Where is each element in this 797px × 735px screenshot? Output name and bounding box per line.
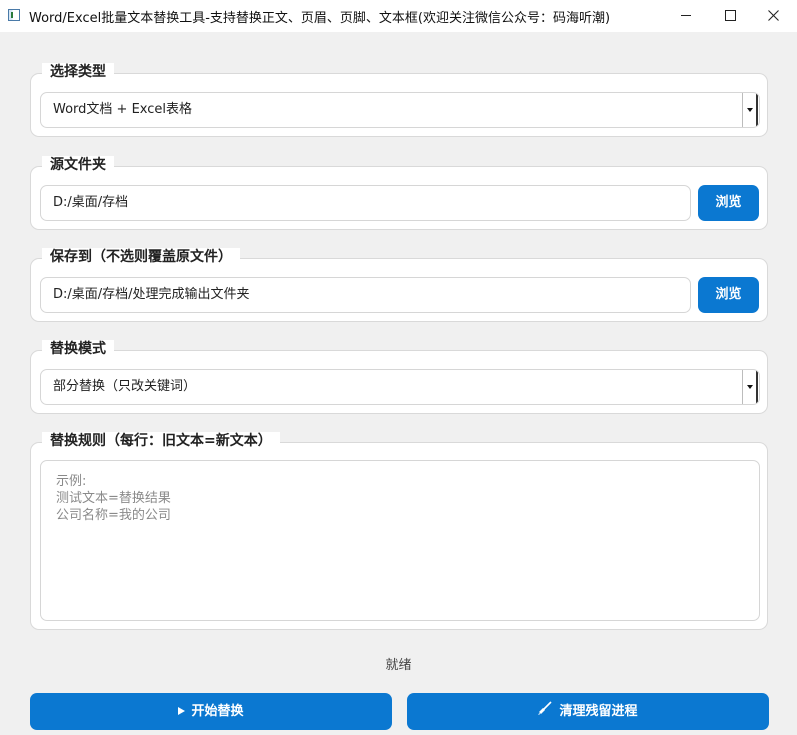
window-title: Word/Excel批量文本替换工具-支持替换正文、页眉、页脚、文本框(欢迎关注… <box>29 11 611 26</box>
source-group-title: 源文件夹 <box>42 156 114 174</box>
clean-process-label: 清理残留进程 <box>559 704 638 719</box>
maximize-icon[interactable] <box>707 0 753 32</box>
rules-group: 替换规则（每行：旧文本=新文本） 示例: 测试文本=替换结果 公司名称=我的公司 <box>30 432 768 630</box>
type-group: 选择类型 Word文档 + Excel表格 <box>30 63 768 137</box>
status-label: 就绪 <box>385 658 412 673</box>
chevron-down-icon <box>747 108 753 112</box>
minimize-icon[interactable] <box>663 0 709 32</box>
save-path-value: D:/桌面/存档/处理完成输出文件夹 <box>53 287 250 302</box>
save-group: 保存到（不选则覆盖原文件） D:/桌面/存档/处理完成输出文件夹 浏览 <box>30 248 768 322</box>
title-bar: Word/Excel批量文本替换工具-支持替换正文、页眉、页脚、文本框(欢迎关注… <box>0 0 797 32</box>
start-replace-button[interactable]: 开始替换 <box>30 693 392 730</box>
rules-textarea[interactable]: 示例: 测试文本=替换结果 公司名称=我的公司 <box>40 460 760 621</box>
source-browse-button[interactable]: 浏览 <box>698 185 759 221</box>
type-select[interactable]: Word文档 + Excel表格 <box>40 92 760 128</box>
save-path-input[interactable]: D:/桌面/存档/处理完成输出文件夹 <box>40 277 691 313</box>
type-select-dropdown[interactable] <box>742 93 759 127</box>
mode-group-title: 替换模式 <box>42 340 114 358</box>
type-select-value: Word文档 + Excel表格 <box>53 102 193 117</box>
rules-group-title: 替换规则（每行：旧文本=新文本） <box>42 432 280 450</box>
broom-icon <box>538 693 553 730</box>
start-replace-label: 开始替换 <box>191 704 244 719</box>
mode-group: 替换模式 部分替换（只改关键词） <box>30 340 768 414</box>
mode-select-dropdown[interactable] <box>742 370 759 404</box>
source-path-input[interactable]: D:/桌面/存档 <box>40 185 691 221</box>
source-group: 源文件夹 D:/桌面/存档 浏览 <box>30 156 768 230</box>
close-icon[interactable] <box>751 0 797 32</box>
save-browse-button[interactable]: 浏览 <box>698 277 759 313</box>
type-group-title: 选择类型 <box>42 63 114 81</box>
clean-process-button[interactable]: 清理残留进程 <box>407 693 769 730</box>
source-path-value: D:/桌面/存档 <box>53 195 129 210</box>
app-icon <box>8 9 20 21</box>
chevron-down-icon <box>747 385 753 389</box>
mode-select-value: 部分替换（只改关键词） <box>53 379 197 394</box>
play-icon <box>178 693 186 730</box>
save-group-title: 保存到（不选则覆盖原文件） <box>42 248 240 266</box>
mode-select[interactable]: 部分替换（只改关键词） <box>40 369 760 405</box>
